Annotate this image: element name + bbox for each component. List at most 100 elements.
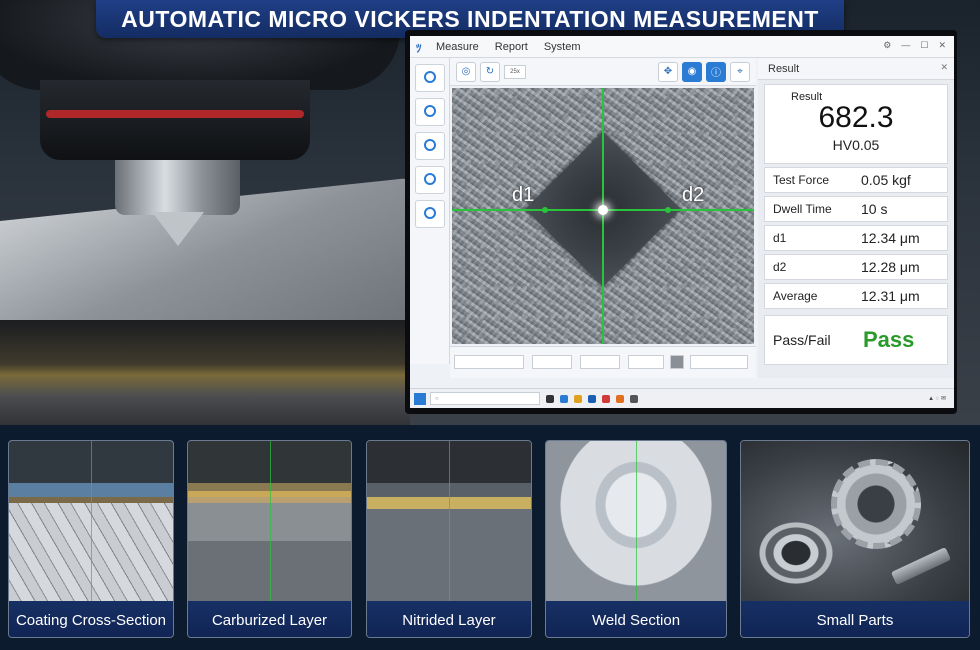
toolbar-right-group: ✥ ◉ ⓘ ⌖ bbox=[658, 61, 756, 82]
focus-icon bbox=[424, 105, 436, 117]
pass-fail-label: Pass/Fail bbox=[773, 332, 831, 348]
row-value: 10 s bbox=[861, 201, 888, 217]
search-icon: ○ bbox=[435, 395, 439, 402]
measurement-app-window: ﾂ Measure Report System ⚙ — ☐ ✕ ◎ ↻ 25x … bbox=[410, 36, 954, 390]
info-icon: ⓘ bbox=[711, 68, 721, 79]
row-value: 12.31 μm bbox=[861, 288, 920, 304]
menu-system[interactable]: System bbox=[544, 41, 581, 53]
rail-button-1[interactable] bbox=[415, 64, 445, 92]
measure-line-vertical[interactable] bbox=[602, 88, 604, 344]
app-logo-icon: ﾂ bbox=[416, 42, 422, 55]
row-key: d2 bbox=[773, 260, 787, 274]
row-key: Test Force bbox=[773, 173, 830, 187]
status-field-2[interactable] bbox=[532, 355, 572, 369]
info-button[interactable]: ⓘ bbox=[706, 61, 726, 82]
status-field-4[interactable] bbox=[628, 355, 664, 369]
result-panel-title: Result bbox=[768, 62, 800, 75]
indenter-tip bbox=[152, 212, 204, 246]
app-icon-3[interactable] bbox=[616, 394, 624, 403]
hardness-result-box: Result 682.3 HV0.05 bbox=[764, 84, 948, 164]
tile-coating-cross-section[interactable]: Coating Cross-Section bbox=[8, 440, 174, 638]
rail-button-5[interactable] bbox=[415, 200, 445, 228]
row-value: 12.28 μm bbox=[861, 259, 920, 275]
result-panel-header: Result bbox=[758, 58, 954, 80]
objective-icon bbox=[424, 71, 436, 83]
tile-caption: Carburized Layer bbox=[188, 601, 351, 637]
rail-button-3[interactable] bbox=[415, 132, 445, 160]
status-field-5[interactable] bbox=[690, 355, 748, 369]
tile-caption: Small Parts bbox=[741, 601, 969, 637]
status-field-1[interactable] bbox=[454, 355, 524, 369]
tile-small-parts[interactable]: Small Parts bbox=[740, 440, 970, 638]
row-d1: d1 12.34 μm bbox=[764, 225, 948, 251]
zoom-select[interactable]: 25x bbox=[504, 64, 526, 79]
browser-icon[interactable] bbox=[560, 394, 568, 403]
panel-close-icon[interactable]: ✕ bbox=[940, 62, 948, 73]
auto-measure-button[interactable]: ◉ bbox=[682, 61, 702, 82]
rail-button-4[interactable] bbox=[415, 166, 445, 194]
pass-fail-value: Pass bbox=[863, 327, 915, 352]
crosshair-button[interactable]: ⌖ bbox=[730, 61, 750, 82]
app-icon-4[interactable] bbox=[630, 394, 638, 403]
indenter-spindle bbox=[115, 160, 240, 215]
microscope-image[interactable]: d1 d2 bbox=[452, 88, 754, 344]
tile-carburized-layer[interactable]: Carburized Layer bbox=[187, 440, 352, 638]
tile-caption: Nitrided Layer bbox=[367, 601, 531, 637]
camera-button[interactable]: ◎ bbox=[456, 61, 476, 82]
hardness-value: 682.3 bbox=[818, 101, 894, 134]
tile-image bbox=[741, 441, 969, 601]
sample-base bbox=[0, 320, 410, 425]
result-panel: Result ✕ Result 682.3 HV0.05 Test Force … bbox=[758, 58, 954, 378]
system-tray: ▲ ◌ ✉ bbox=[928, 396, 946, 402]
tile-weld-section[interactable]: Weld Section bbox=[545, 440, 727, 638]
tile-nitrided-layer[interactable]: Nitrided Layer bbox=[366, 440, 532, 638]
image-toolbar: ◎ ↻ 25x ✥ ◉ ⓘ ⌖ bbox=[450, 58, 756, 86]
tile-gridline bbox=[636, 441, 637, 601]
app-icon-1[interactable] bbox=[588, 394, 596, 403]
banner-title: AUTOMATIC MICRO VICKERS INDENTATION MEAS… bbox=[121, 5, 819, 32]
auto-icon bbox=[424, 207, 436, 219]
maximize-icon[interactable]: ☐ bbox=[920, 40, 928, 51]
bearing-part bbox=[753, 517, 839, 589]
app-icon-2[interactable] bbox=[602, 394, 610, 403]
menu-report[interactable]: Report bbox=[495, 41, 528, 53]
crosshair-icon: ⌖ bbox=[737, 66, 743, 77]
row-key: d1 bbox=[773, 231, 787, 245]
close-icon[interactable]: ✕ bbox=[938, 40, 946, 51]
tile-gridline bbox=[270, 441, 271, 601]
row-dwell-time: Dwell Time 10 s bbox=[764, 196, 948, 222]
move-icon: ✥ bbox=[663, 66, 673, 77]
start-icon[interactable] bbox=[414, 392, 426, 405]
tile-caption: Coating Cross-Section bbox=[9, 601, 173, 637]
d1-label: d1 bbox=[512, 184, 535, 206]
objective-collar bbox=[40, 80, 310, 160]
left-tool-rail bbox=[410, 58, 450, 364]
refresh-button[interactable]: ↻ bbox=[480, 61, 500, 82]
image-bottom-strip bbox=[450, 346, 756, 378]
d1-marker[interactable] bbox=[542, 207, 548, 213]
red-ring bbox=[46, 110, 304, 118]
center-point bbox=[598, 205, 608, 215]
row-test-force: Test Force 0.05 kgf bbox=[764, 167, 948, 193]
status-field-3[interactable] bbox=[580, 355, 620, 369]
rail-button-2[interactable] bbox=[415, 98, 445, 126]
tile-gridline bbox=[91, 441, 92, 601]
d2-label: d2 bbox=[682, 184, 705, 206]
hardness-unit: HV0.05 bbox=[832, 137, 880, 153]
taskbar-search-input[interactable]: ○ bbox=[430, 392, 540, 405]
window-controls: ⚙ — ☐ ✕ bbox=[883, 40, 946, 51]
target-icon: ◉ bbox=[687, 66, 697, 77]
color-swatch[interactable] bbox=[670, 355, 684, 369]
pass-fail-box: Pass/Fail Pass bbox=[764, 315, 948, 365]
folder-icon[interactable] bbox=[574, 394, 582, 403]
settings-icon[interactable]: ⚙ bbox=[883, 40, 891, 51]
d2-marker[interactable] bbox=[665, 207, 671, 213]
minimize-icon[interactable]: — bbox=[901, 40, 910, 51]
task-view-icon[interactable] bbox=[546, 394, 554, 403]
tile-gridline bbox=[449, 441, 450, 601]
move-button[interactable]: ✥ bbox=[658, 61, 678, 82]
gear-part bbox=[831, 459, 921, 549]
menu-measure[interactable]: Measure bbox=[436, 41, 479, 53]
measure-icon bbox=[424, 139, 436, 151]
menu-bar: ﾂ Measure Report System ⚙ — ☐ ✕ bbox=[410, 36, 954, 58]
